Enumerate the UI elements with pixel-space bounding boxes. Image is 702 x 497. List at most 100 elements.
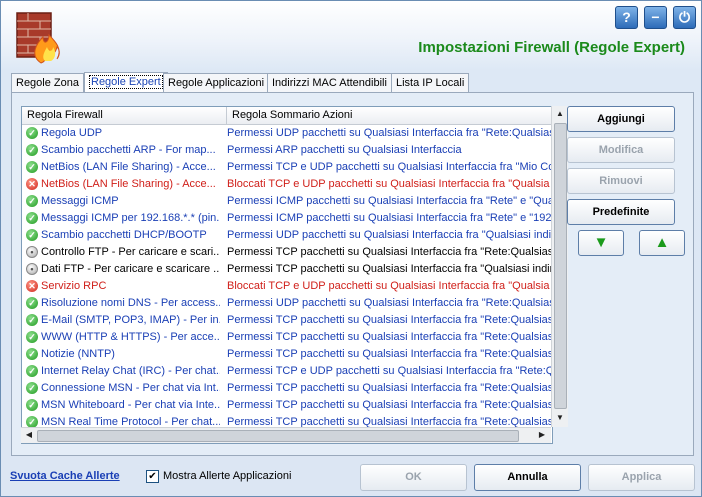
table-row[interactable]: ✓ Messaggi ICMP Permessi ICMP pacchetti su… (22, 193, 552, 210)
firewall-settings-window: Impostazioni Firewall (Regole Expert) ? … (0, 0, 702, 497)
edit-button[interactable]: Modifica (567, 137, 675, 163)
horizontal-scrollbar[interactable]: ◀ ▶ (21, 427, 551, 443)
rule-name-cell: ✕ NetBios (LAN File Sharing) - Acce... (24, 176, 220, 193)
table-row[interactable]: ✓ Regola UDP Permessi UDP pacchetti su Qua… (22, 125, 552, 142)
rule-name-cell: ✓ Messaggi ICMP (24, 193, 220, 210)
rule-name-text: Scambio pacchetti DHCP/BOOTP (41, 229, 207, 241)
rule-name-text: Notizie (NNTP) (41, 348, 115, 360)
power-icon[interactable]: ⏻ (673, 6, 696, 29)
tab-regole-expert[interactable]: Regole Expert (84, 72, 168, 93)
rule-name-cell: ✕ Servizio RPC (24, 278, 220, 295)
rule-summary-cell: Permessi TCP pacchetti su Qualsiasi Inte… (227, 399, 552, 411)
arrow-down-icon: ▼ (593, 234, 609, 251)
help-icon[interactable]: ? (615, 6, 638, 29)
rule-name-cell: ✓ Scambio pacchetti DHCP/BOOTP (24, 227, 220, 244)
tab-regole-applicazioni[interactable]: Regole Applicazioni (163, 73, 270, 92)
table-row[interactable]: ✓ WWW (HTTP & HTTPS) - Per acce... Permess… (22, 329, 552, 346)
rule-summary-cell: Permessi ARP pacchetti su Qualsiasi Inte… (227, 144, 462, 156)
rule-summary-cell: Permessi TCP e UDP pacchetti su Qualsias… (227, 161, 552, 173)
allow-status-icon: ✓ (26, 195, 38, 207)
show-alerts-label: Mostra Allerte Applicazioni (163, 470, 292, 482)
add-button[interactable]: Aggiungi (567, 106, 675, 132)
table-row[interactable]: ✓ Internet Relay Chat (IRC) - Per chat...… (22, 363, 552, 380)
rule-name-text: WWW (HTTP & HTTPS) - Per acce... (41, 331, 220, 343)
table-row[interactable]: ✕ NetBios (LAN File Sharing) - Acce... Blo… (22, 176, 552, 193)
remove-button[interactable]: Rimuovi (567, 168, 675, 194)
arrow-up-icon: ▲ (654, 234, 670, 251)
apply-button[interactable]: Applica (588, 464, 695, 491)
clear-alert-cache-link[interactable]: Svuota Cache Allerte (10, 470, 120, 482)
rule-name-text: Servizio RPC (41, 280, 107, 292)
table-row[interactable]: ✓ MSN Whiteboard - Per chat via Inte... Pe… (22, 397, 552, 414)
tab-label: Indirizzi MAC Attendibili (272, 77, 387, 89)
table-row[interactable]: ✓ Scambio pacchetti DHCP/BOOTP Permessi UD… (22, 227, 552, 244)
rule-summary-cell: Bloccati TCP e UDP pacchetti su Qualsias… (227, 178, 550, 190)
allow-status-icon: ✓ (26, 331, 38, 343)
allow-status-icon: ✓ (26, 314, 38, 326)
horizontal-scroll-thumb[interactable] (37, 430, 519, 442)
table-row[interactable]: ✓ NetBios (LAN File Sharing) - Acce... Per… (22, 159, 552, 176)
table-row[interactable]: ✕ Servizio RPC Bloccati TCP e UDP pacchett… (22, 278, 552, 295)
scroll-up-icon[interactable]: ▲ (553, 107, 567, 121)
scroll-right-icon[interactable]: ▶ (535, 428, 549, 442)
rules-list[interactable]: Regola Firewall Regola Sommario Azioni ✓… (21, 106, 553, 444)
allow-status-icon: ✓ (26, 365, 38, 377)
table-row[interactable]: ✓ E-Mail (SMTP, POP3, IMAP) - Per in... Pe… (22, 312, 552, 329)
rule-name-text: NetBios (LAN File Sharing) - Acce... (41, 161, 216, 173)
rule-name-text: NetBios (LAN File Sharing) - Acce... (41, 178, 216, 190)
vertical-scrollbar[interactable]: ▲ ▼ (551, 106, 568, 427)
ok-button[interactable]: OK (360, 464, 467, 491)
rule-name-cell: ✓ MSN Whiteboard - Per chat via Inte... (24, 397, 220, 414)
allow-status-icon: ✓ (26, 229, 38, 241)
rules-rows: ✓ Regola UDP Permessi UDP pacchetti su Qua… (22, 125, 552, 431)
rule-summary-cell: Permessi TCP pacchetti su Qualsiasi Inte… (227, 382, 552, 394)
rule-summary-cell: Permessi TCP pacchetti su Qualsiasi Inte… (227, 348, 552, 360)
table-row[interactable]: • Controllo FTP - Per caricare e scari...… (22, 244, 552, 261)
rule-summary-cell: Permessi UDP pacchetti su Qualsiasi Inte… (227, 229, 552, 241)
tab-indirizzi-mac[interactable]: Indirizzi MAC Attendibili (267, 73, 392, 92)
allow-status-icon: ✓ (26, 297, 38, 309)
rule-summary-cell: Permessi TCP pacchetti su Qualsiasi Inte… (227, 263, 552, 275)
rule-name-cell: • Dati FTP - Per caricare e scaricare ... (24, 261, 220, 278)
tab-regole-zona[interactable]: Regole Zona (11, 73, 84, 92)
table-row[interactable]: • Dati FTP - Per caricare e scaricare ...… (22, 261, 552, 278)
rule-name-text: Connessione MSN - Per chat via Int... (41, 382, 220, 394)
table-row[interactable]: ✓ Risoluzione nomi DNS - Per access... Per… (22, 295, 552, 312)
rule-name-text: Messaggi ICMP (41, 195, 119, 207)
table-row[interactable]: ✓ Messaggi ICMP per 192.168.*.* (pin... Pe… (22, 210, 552, 227)
scroll-left-icon[interactable]: ◀ (22, 428, 36, 442)
neutral-status-icon: • (26, 246, 38, 258)
rule-name-cell: ✓ Scambio pacchetti ARP - For map... (24, 142, 220, 159)
cancel-button[interactable]: Annulla (474, 464, 581, 491)
column-header-rule[interactable]: Regola Firewall (22, 107, 227, 124)
vertical-scroll-thumb[interactable] (554, 123, 567, 409)
table-row[interactable]: ✓ Notizie (NNTP) Permessi TCP pacchetti su… (22, 346, 552, 363)
rule-name-text: Risoluzione nomi DNS - Per access... (41, 297, 220, 309)
tab-label: Regole Zona (16, 77, 79, 89)
window-title: Impostazioni Firewall (Regole Expert) (418, 39, 685, 56)
defaults-button[interactable]: Predefinite (567, 199, 675, 225)
move-up-button[interactable]: ▲ (639, 230, 685, 256)
rule-name-text: Messaggi ICMP per 192.168.*.* (pin... (41, 212, 220, 224)
rule-name-text: MSN Whiteboard - Per chat via Inte... (41, 399, 220, 411)
scroll-down-icon[interactable]: ▼ (553, 411, 567, 425)
firewall-logo-icon (11, 7, 69, 65)
show-alerts-checkbox[interactable]: ✔ (146, 470, 159, 483)
tab-label: Regole Expert (89, 75, 163, 89)
rule-name-cell: • Controllo FTP - Per caricare e scari... (24, 244, 220, 261)
minimize-icon[interactable]: − (644, 6, 667, 29)
tab-lista-ip-locali[interactable]: Lista IP Locali (391, 73, 470, 92)
table-row[interactable]: ✓ Connessione MSN - Per chat via Int... Pe… (22, 380, 552, 397)
move-down-button[interactable]: ▼ (578, 230, 624, 256)
table-row[interactable]: ✓ Scambio pacchetti ARP - For map... Perme… (22, 142, 552, 159)
column-header-summary[interactable]: Regola Sommario Azioni (227, 107, 552, 124)
neutral-status-icon: • (26, 263, 38, 275)
rule-name-cell: ✓ NetBios (LAN File Sharing) - Acce... (24, 159, 220, 176)
allow-status-icon: ✓ (26, 348, 38, 360)
rule-name-text: Scambio pacchetti ARP - For map... (41, 144, 216, 156)
rule-summary-cell: Permessi TCP e UDP pacchetti su Qualsias… (227, 365, 552, 377)
allow-status-icon: ✓ (26, 161, 38, 173)
rule-summary-cell: Permessi ICMP pacchetti su Qualsiasi Int… (227, 212, 552, 224)
allow-status-icon: ✓ (26, 144, 38, 156)
rule-name-cell: ✓ Regola UDP (24, 125, 220, 142)
